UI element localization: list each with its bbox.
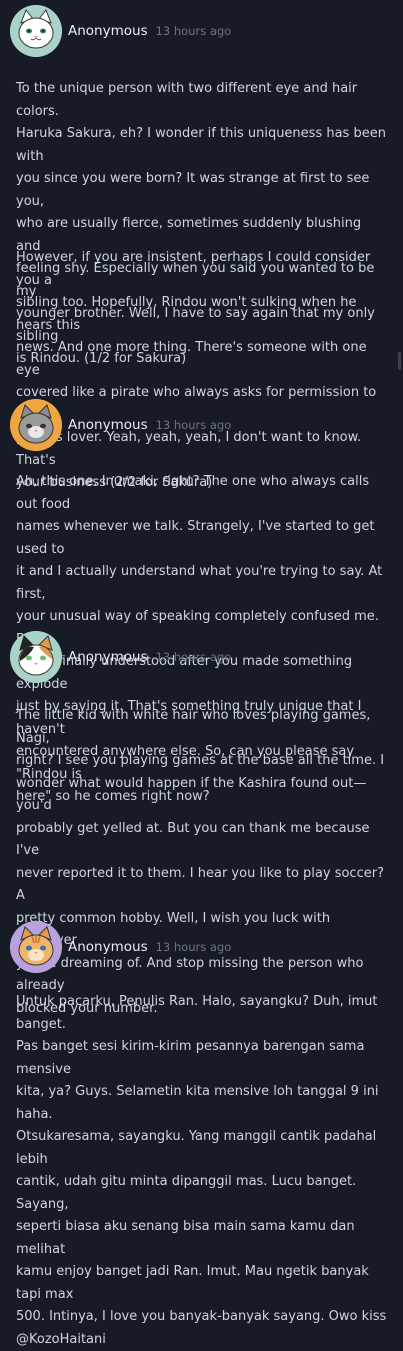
post-timestamp: 13 hours ago xyxy=(155,24,232,38)
post-4: Anonymous 13 hours ago Untuk pacarku, Pe… xyxy=(0,918,403,1347)
post-header: Anonymous 13 hours ago xyxy=(10,921,231,973)
post-timestamp: 13 hours ago xyxy=(155,650,232,664)
post-header: Anonymous 13 hours ago xyxy=(10,5,231,57)
author-name: Anonymous xyxy=(68,649,148,665)
gray-cat-icon xyxy=(10,399,62,451)
post-3: Anonymous 13 hours ago The little kid wi… xyxy=(0,628,403,1016)
avatar[interactable] xyxy=(10,631,62,683)
post-message-paragraph: Untuk pacarku, Penulis Ran. Halo, sayang… xyxy=(16,994,387,1347)
post-timestamp: 13 hours ago xyxy=(155,940,232,954)
avatar[interactable] xyxy=(10,5,62,57)
author-name: Anonymous xyxy=(68,939,148,955)
author-name: Anonymous xyxy=(68,23,148,39)
post-1: Anonymous 13 hours ago To the unique per… xyxy=(0,0,403,490)
orange-cat-icon xyxy=(10,921,62,973)
post-2: Anonymous 13 hours ago Ah, this one. Inu… xyxy=(0,395,403,804)
post-timestamp: 13 hours ago xyxy=(155,418,232,432)
post-header: Anonymous 13 hours ago xyxy=(10,399,231,451)
scrollbar-thumb[interactable] xyxy=(398,352,401,370)
avatar[interactable] xyxy=(10,921,62,973)
calico-cat-icon xyxy=(10,631,62,683)
avatar[interactable] xyxy=(10,399,62,451)
white-cat-icon xyxy=(10,5,62,57)
author-name: Anonymous xyxy=(68,417,148,433)
post-header: Anonymous 13 hours ago xyxy=(10,631,231,683)
